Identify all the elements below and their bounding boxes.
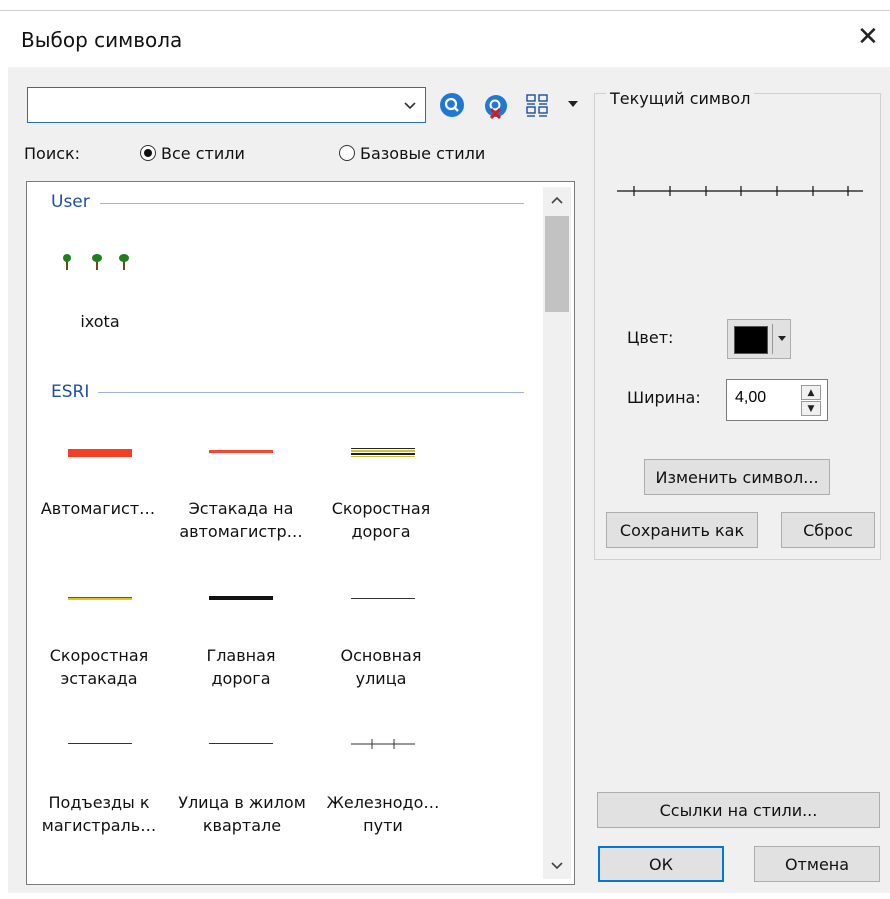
symbol-label: Автомагист… bbox=[40, 499, 156, 518]
symbol-railroad-preview[interactable] bbox=[351, 736, 415, 756]
group-header-esri: ESRI bbox=[51, 382, 90, 402]
dropdown-arrow-icon bbox=[778, 336, 786, 341]
symbol-expressway-overpass-preview[interactable] bbox=[68, 597, 132, 600]
symbol-label: Главная дорога bbox=[206, 646, 276, 688]
symbol-label: Основная улица bbox=[340, 646, 422, 688]
chevron-up-icon[interactable] bbox=[550, 194, 564, 206]
chevron-down-icon[interactable] bbox=[403, 99, 417, 113]
width-label: Ширина: bbox=[627, 388, 701, 407]
close-icon[interactable]: ✕ bbox=[857, 24, 879, 50]
reset-button[interactable]: Сброс bbox=[781, 512, 875, 548]
spin-up-button[interactable]: ▲ bbox=[801, 385, 821, 400]
symbol-label: Эстакада на автомагистр… bbox=[179, 499, 303, 541]
radio-base-styles[interactable] bbox=[339, 145, 355, 161]
radio-all-styles-label[interactable]: Все стили bbox=[161, 144, 245, 163]
spin-down-button[interactable]: ▼ bbox=[801, 401, 821, 416]
color-swatch bbox=[734, 326, 768, 354]
chevron-down-icon[interactable] bbox=[550, 860, 564, 872]
view-options-icon[interactable] bbox=[522, 90, 582, 120]
window-top-border bbox=[0, 10, 890, 11]
search-icon[interactable] bbox=[437, 90, 467, 120]
search-combobox[interactable] bbox=[27, 87, 426, 123]
color-picker-button[interactable] bbox=[727, 319, 791, 359]
symbol-label: Улица в жилом квартале bbox=[178, 793, 306, 835]
ok-button[interactable]: ОК bbox=[598, 846, 724, 882]
color-label: Цвет: bbox=[627, 328, 674, 347]
current-symbol-preview bbox=[617, 183, 863, 203]
radio-all-styles[interactable] bbox=[140, 145, 156, 161]
save-as-button[interactable]: Сохранить как bbox=[606, 512, 758, 548]
symbol-highway-preview[interactable] bbox=[68, 449, 132, 457]
search-input[interactable] bbox=[32, 92, 396, 120]
group-header-user: User bbox=[51, 192, 90, 212]
symbol-label: Подъезды к магистраль… bbox=[41, 793, 157, 835]
current-symbol-legend: Текущий символ bbox=[606, 89, 755, 108]
edit-symbol-button[interactable]: Изменить символ... bbox=[644, 459, 830, 495]
group-divider bbox=[100, 203, 524, 204]
style-references-button[interactable]: Ссылки на стили... bbox=[597, 792, 880, 828]
clear-search-icon[interactable] bbox=[481, 92, 511, 122]
scrollbar-thumb[interactable] bbox=[545, 216, 569, 312]
symbol-ixota-preview[interactable] bbox=[60, 252, 140, 278]
symbol-main-road-preview[interactable] bbox=[209, 596, 273, 600]
cancel-button[interactable]: Отмена bbox=[754, 846, 880, 882]
dialog-title: Выбор символа bbox=[21, 28, 183, 52]
group-divider bbox=[98, 392, 524, 393]
symbol-main-street-preview[interactable] bbox=[351, 598, 415, 599]
symbol-overpass-preview[interactable] bbox=[209, 450, 273, 453]
symbol-residential-street-preview[interactable] bbox=[209, 743, 273, 744]
radio-base-styles-label[interactable]: Базовые стили bbox=[360, 144, 485, 163]
symbol-label: Железнодо… пути bbox=[326, 793, 440, 835]
symbol-expressway-preview[interactable] bbox=[351, 448, 415, 457]
symbol-label: ixota bbox=[80, 312, 120, 331]
width-input[interactable] bbox=[733, 388, 797, 408]
symbol-label: Скоростная дорога bbox=[331, 499, 431, 541]
search-label: Поиск: bbox=[24, 144, 81, 163]
width-spinner[interactable]: ▲ ▼ bbox=[726, 379, 828, 421]
symbol-highway-ramp-preview[interactable] bbox=[68, 743, 132, 744]
symbol-label: Скоростная эстакада bbox=[49, 646, 149, 688]
